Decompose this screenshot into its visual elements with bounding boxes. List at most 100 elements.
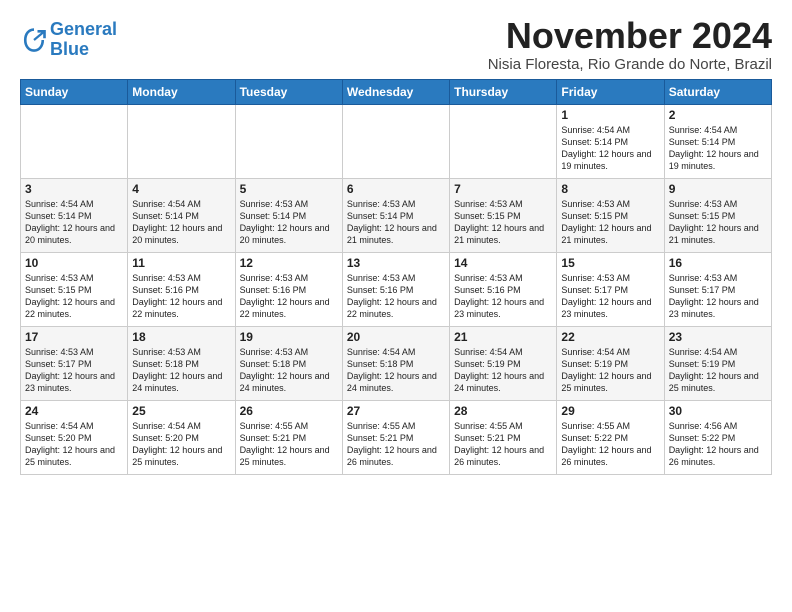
calendar-cell: 3 Sunrise: 4:54 AM Sunset: 5:14 PM Daylig…	[21, 178, 128, 252]
cell-detail: Sunrise: 4:54 AM Sunset: 5:18 PM Dayligh…	[347, 346, 445, 395]
cell-detail: Sunrise: 4:53 AM Sunset: 5:15 PM Dayligh…	[25, 272, 123, 321]
cell-detail: Sunrise: 4:53 AM Sunset: 5:17 PM Dayligh…	[25, 346, 123, 395]
month-title: November 2024	[488, 16, 772, 56]
calendar-week-1: 1 Sunrise: 4:54 AM Sunset: 5:14 PM Daylig…	[21, 104, 772, 178]
logo-icon	[20, 26, 48, 54]
day-number: 23	[669, 330, 767, 344]
weekday-header-sunday: Sunday	[21, 79, 128, 104]
calendar-cell: 2 Sunrise: 4:54 AM Sunset: 5:14 PM Daylig…	[664, 104, 771, 178]
cell-detail: Sunrise: 4:53 AM Sunset: 5:16 PM Dayligh…	[240, 272, 338, 321]
day-number: 11	[132, 256, 230, 270]
weekday-header-saturday: Saturday	[664, 79, 771, 104]
title-area: November 2024 Nisia Floresta, Rio Grande…	[488, 16, 772, 73]
cell-detail: Sunrise: 4:54 AM Sunset: 5:19 PM Dayligh…	[561, 346, 659, 395]
cell-detail: Sunrise: 4:55 AM Sunset: 5:22 PM Dayligh…	[561, 420, 659, 469]
cell-detail: Sunrise: 4:53 AM Sunset: 5:14 PM Dayligh…	[240, 198, 338, 247]
cell-detail: Sunrise: 4:54 AM Sunset: 5:19 PM Dayligh…	[669, 346, 767, 395]
day-number: 5	[240, 182, 338, 196]
cell-detail: Sunrise: 4:54 AM Sunset: 5:14 PM Dayligh…	[25, 198, 123, 247]
calendar-cell: 12Sunrise: 4:53 AM Sunset: 5:16 PM Dayli…	[235, 252, 342, 326]
calendar-cell: 11Sunrise: 4:53 AM Sunset: 5:16 PM Dayli…	[128, 252, 235, 326]
cell-detail: Sunrise: 4:54 AM Sunset: 5:20 PM Dayligh…	[132, 420, 230, 469]
day-number: 14	[454, 256, 552, 270]
day-number: 26	[240, 404, 338, 418]
day-number: 24	[25, 404, 123, 418]
day-number: 16	[669, 256, 767, 270]
day-number: 17	[25, 330, 123, 344]
day-number: 10	[25, 256, 123, 270]
calendar-cell: 17 Sunrise: 4:53 AM Sunset: 5:17 PM Dayli…	[21, 326, 128, 400]
weekday-header-row: SundayMondayTuesdayWednesdayThursdayFrid…	[21, 79, 772, 104]
calendar-cell: 25 Sunrise: 4:54 AM Sunset: 5:20 PM Dayli…	[128, 400, 235, 474]
day-number: 18	[132, 330, 230, 344]
cell-detail: Sunrise: 4:54 AM Sunset: 5:14 PM Dayligh…	[669, 124, 767, 173]
weekday-header-thursday: Thursday	[450, 79, 557, 104]
calendar-week-2: 3 Sunrise: 4:54 AM Sunset: 5:14 PM Daylig…	[21, 178, 772, 252]
cell-detail: Sunrise: 4:53 AM Sunset: 5:15 PM Dayligh…	[561, 198, 659, 247]
cell-detail: Sunrise: 4:53 AM Sunset: 5:18 PM Dayligh…	[132, 346, 230, 395]
day-number: 22	[561, 330, 659, 344]
calendar-cell	[342, 104, 449, 178]
cell-detail: Sunrise: 4:53 AM Sunset: 5:16 PM Dayligh…	[454, 272, 552, 321]
calendar-cell: 1 Sunrise: 4:54 AM Sunset: 5:14 PM Daylig…	[557, 104, 664, 178]
day-number: 7	[454, 182, 552, 196]
header: General Blue November 2024 Nisia Florest…	[20, 16, 772, 73]
calendar-cell: 7 Sunrise: 4:53 AM Sunset: 5:15 PM Daylig…	[450, 178, 557, 252]
cell-detail: Sunrise: 4:53 AM Sunset: 5:17 PM Dayligh…	[669, 272, 767, 321]
calendar-cell: 19Sunrise: 4:53 AM Sunset: 5:18 PM Dayli…	[235, 326, 342, 400]
calendar-cell	[450, 104, 557, 178]
calendar-cell: 14 Sunrise: 4:53 AM Sunset: 5:16 PM Dayli…	[450, 252, 557, 326]
day-number: 1	[561, 108, 659, 122]
day-number: 15	[561, 256, 659, 270]
calendar-cell: 28Sunrise: 4:55 AM Sunset: 5:21 PM Dayli…	[450, 400, 557, 474]
day-number: 20	[347, 330, 445, 344]
calendar-cell: 23 Sunrise: 4:54 AM Sunset: 5:19 PM Dayli…	[664, 326, 771, 400]
day-number: 3	[25, 182, 123, 196]
weekday-header-wednesday: Wednesday	[342, 79, 449, 104]
day-number: 8	[561, 182, 659, 196]
day-number: 25	[132, 404, 230, 418]
cell-detail: Sunrise: 4:53 AM Sunset: 5:15 PM Dayligh…	[669, 198, 767, 247]
cell-detail: Sunrise: 4:53 AM Sunset: 5:15 PM Dayligh…	[454, 198, 552, 247]
weekday-header-friday: Friday	[557, 79, 664, 104]
calendar-cell: 27Sunrise: 4:55 AM Sunset: 5:21 PM Dayli…	[342, 400, 449, 474]
calendar-week-4: 17 Sunrise: 4:53 AM Sunset: 5:17 PM Dayli…	[21, 326, 772, 400]
calendar-cell: 21 Sunrise: 4:54 AM Sunset: 5:19 PM Dayli…	[450, 326, 557, 400]
day-number: 21	[454, 330, 552, 344]
day-number: 30	[669, 404, 767, 418]
weekday-header-tuesday: Tuesday	[235, 79, 342, 104]
calendar-cell: 6Sunrise: 4:53 AM Sunset: 5:14 PM Daylig…	[342, 178, 449, 252]
logo-line1: General	[50, 19, 117, 39]
day-number: 29	[561, 404, 659, 418]
calendar-cell: 15Sunrise: 4:53 AM Sunset: 5:17 PM Dayli…	[557, 252, 664, 326]
calendar-cell: 24 Sunrise: 4:54 AM Sunset: 5:20 PM Dayli…	[21, 400, 128, 474]
cell-detail: Sunrise: 4:54 AM Sunset: 5:19 PM Dayligh…	[454, 346, 552, 395]
calendar-cell	[128, 104, 235, 178]
day-number: 9	[669, 182, 767, 196]
calendar-week-3: 10 Sunrise: 4:53 AM Sunset: 5:15 PM Dayli…	[21, 252, 772, 326]
calendar-cell: 8 Sunrise: 4:53 AM Sunset: 5:15 PM Daylig…	[557, 178, 664, 252]
calendar-cell: 10 Sunrise: 4:53 AM Sunset: 5:15 PM Dayli…	[21, 252, 128, 326]
cell-detail: Sunrise: 4:54 AM Sunset: 5:20 PM Dayligh…	[25, 420, 123, 469]
calendar-cell	[235, 104, 342, 178]
calendar-cell	[21, 104, 128, 178]
calendar-week-5: 24 Sunrise: 4:54 AM Sunset: 5:20 PM Dayli…	[21, 400, 772, 474]
cell-detail: Sunrise: 4:54 AM Sunset: 5:14 PM Dayligh…	[132, 198, 230, 247]
day-number: 2	[669, 108, 767, 122]
cell-detail: Sunrise: 4:54 AM Sunset: 5:14 PM Dayligh…	[561, 124, 659, 173]
calendar-cell: 26Sunrise: 4:55 AM Sunset: 5:21 PM Dayli…	[235, 400, 342, 474]
day-number: 28	[454, 404, 552, 418]
day-number: 4	[132, 182, 230, 196]
calendar-table: SundayMondayTuesdayWednesdayThursdayFrid…	[20, 79, 772, 475]
day-number: 27	[347, 404, 445, 418]
logo: General Blue	[20, 20, 117, 60]
calendar-cell: 18 Sunrise: 4:53 AM Sunset: 5:18 PM Dayli…	[128, 326, 235, 400]
weekday-header-monday: Monday	[128, 79, 235, 104]
location-subtitle: Nisia Floresta, Rio Grande do Norte, Bra…	[488, 56, 772, 73]
cell-detail: Sunrise: 4:53 AM Sunset: 5:16 PM Dayligh…	[347, 272, 445, 321]
logo-text: General Blue	[50, 20, 117, 60]
cell-detail: Sunrise: 4:56 AM Sunset: 5:22 PM Dayligh…	[669, 420, 767, 469]
logo-line2: Blue	[50, 39, 89, 59]
day-number: 13	[347, 256, 445, 270]
calendar-cell: 20 Sunrise: 4:54 AM Sunset: 5:18 PM Dayli…	[342, 326, 449, 400]
